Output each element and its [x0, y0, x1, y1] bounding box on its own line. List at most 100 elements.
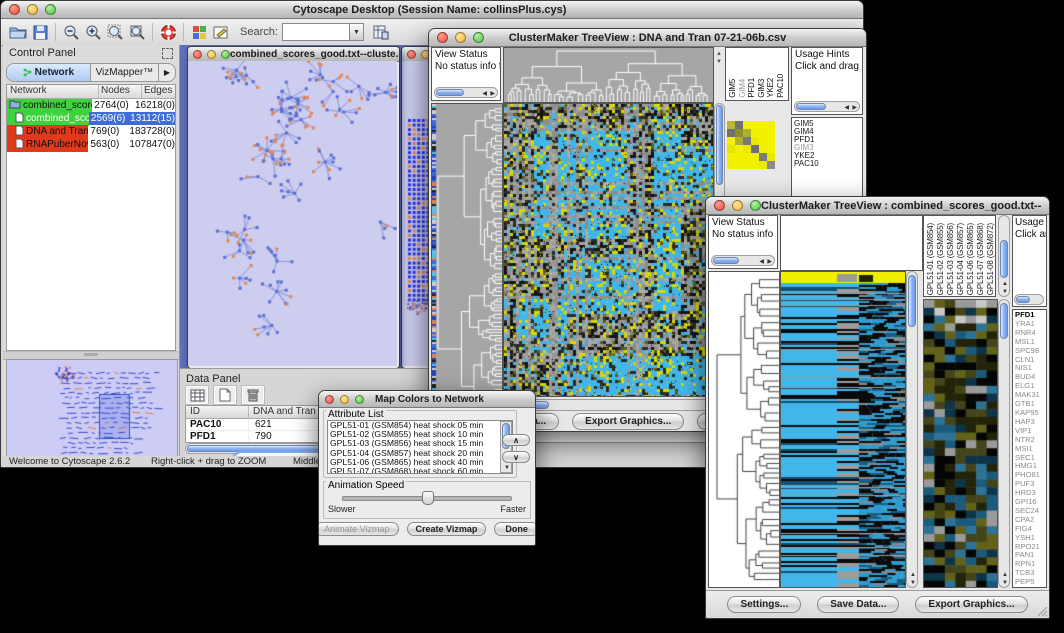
tv1-hints-hscrollbar[interactable]: ◀▶	[794, 101, 860, 112]
save-session-icon[interactable]	[29, 23, 51, 41]
close-icon[interactable]	[437, 32, 448, 43]
close-icon[interactable]	[325, 395, 334, 404]
minimize-icon[interactable]	[27, 4, 38, 15]
network-overview[interactable]	[6, 359, 178, 463]
vizmap-icon[interactable]	[188, 23, 210, 41]
tv1-column-label: PAC10	[775, 74, 787, 98]
close-icon[interactable]	[193, 50, 202, 59]
minimize-icon[interactable]	[340, 395, 349, 404]
network-list-row[interactable]: combined_scores2764(0)16218(0)	[7, 99, 175, 112]
minimize-icon[interactable]	[732, 200, 743, 211]
close-icon[interactable]	[407, 50, 416, 59]
tv2-collabel-vscrollbar[interactable]: ▲▼	[998, 215, 1010, 297]
network-list-row[interactable]: RNAPuberNov2+|563(0)107847(0)	[7, 138, 175, 151]
delete-attribute-icon[interactable]	[241, 385, 265, 405]
resize-grip[interactable]	[1036, 605, 1048, 617]
minimize-icon[interactable]	[207, 50, 216, 59]
tv2-zoom-heatmap[interactable]	[923, 299, 998, 588]
tv1-heatmap-hscrollbar[interactable]	[503, 399, 725, 411]
attribute-list-vscrollbar[interactable]: ▲▼	[500, 421, 512, 473]
tv1-titlebar[interactable]: ClusterMaker TreeView : DNA and Tran 07-…	[429, 29, 866, 47]
search-dropdown-icon[interactable]: ▼	[350, 23, 364, 41]
tv1-row-dendrogram[interactable]	[431, 103, 503, 431]
tv2-heatmap[interactable]	[780, 271, 906, 588]
attr-up-button[interactable]: ∧	[502, 434, 530, 446]
tv2-status-hscrollbar[interactable]: ◀▶	[711, 255, 775, 266]
col-header-nodes[interactable]: Nodes	[99, 85, 142, 98]
document-icon	[7, 112, 26, 126]
main-titlebar[interactable]: Cytoscape Desktop (Session Name: collins…	[1, 1, 863, 19]
tv2-genelist-vscrollbar[interactable]: ▲▼	[998, 299, 1010, 588]
data-col-id[interactable]: ID	[186, 406, 249, 418]
tv1-zoom-cell	[735, 153, 743, 161]
dialog-titlebar[interactable]: Map Colors to Network	[319, 391, 535, 408]
tv2-hints-hscrollbar[interactable]	[1014, 294, 1044, 305]
zoom-window-icon[interactable]	[473, 32, 484, 43]
new-attribute-icon[interactable]	[213, 385, 237, 405]
tv1-zoom-cell	[735, 161, 743, 169]
attribute-browser-icon[interactable]	[370, 23, 392, 41]
zoom-window-icon[interactable]	[750, 200, 761, 211]
tv1-zoom-cell	[751, 161, 759, 169]
zoom-selected-icon[interactable]	[126, 23, 148, 41]
zoom-fit-icon[interactable]	[104, 23, 126, 41]
tv2-heatmap-vscrollbar[interactable]: ▲▼	[906, 271, 918, 588]
speed-slider-thumb[interactable]	[422, 491, 434, 505]
attribute-listbox[interactable]: GPL51-01 (GSM854) heat shock 05 minGPL51…	[327, 420, 513, 474]
tv2-button-export-graphics---[interactable]: Export Graphics...	[915, 596, 1027, 613]
tab-network[interactable]: Network	[7, 64, 91, 81]
dialog-title: Map Colors to Network	[364, 394, 495, 405]
tv2-column-dendrogram[interactable]	[780, 215, 923, 271]
zoom-window-icon[interactable]	[221, 50, 230, 59]
tv1-status-hscrollbar[interactable]: ◀▶	[434, 87, 498, 98]
tv1-zoom-cell	[743, 129, 751, 137]
tv1-heatmap[interactable]	[503, 103, 714, 397]
tv2-button-save-data---[interactable]: Save Data...	[817, 596, 899, 613]
zoom-out-icon[interactable]	[60, 23, 82, 41]
attribute-list-item[interactable]: GPL51-07 (GSM868) heat shock 60 min	[330, 467, 512, 474]
zoom-in-icon[interactable]	[82, 23, 104, 41]
tv2-titlebar[interactable]: ClusterMaker TreeView : combined_scores_…	[706, 197, 1049, 215]
tv2-button-bar: Settings... Save Data... Export Graphics..…	[706, 590, 1049, 618]
slower-label: Slower	[328, 504, 356, 514]
close-icon[interactable]	[714, 200, 725, 211]
tv1-zoom-cell	[751, 129, 759, 137]
annotation-icon[interactable]	[210, 23, 232, 41]
network-list-row[interactable]: DNA and Tran 07769(0)183728(0)	[7, 125, 175, 138]
tv1-zoom-cell	[767, 129, 775, 137]
search-input[interactable]	[282, 23, 350, 41]
animate-vizmap-button[interactable]: Animate Vizmap	[318, 522, 399, 536]
attribute-list-label: Attribute List	[326, 409, 386, 420]
tv1-zoom-cell	[767, 153, 775, 161]
tab-vizmapper[interactable]: VizMapper™	[91, 64, 159, 81]
col-header-edges[interactable]: Edges	[142, 85, 175, 98]
zoom-window-icon[interactable]	[45, 4, 56, 15]
tv1-zoom-cell	[743, 161, 751, 169]
tv1-zoom-cell	[743, 137, 751, 145]
tv2-button-settings---[interactable]: Settings...	[727, 596, 801, 613]
treeview2-window: ClusterMaker TreeView : combined_scores_…	[705, 196, 1050, 619]
done-button[interactable]: Done	[494, 522, 536, 536]
minimize-icon[interactable]	[455, 32, 466, 43]
select-attributes-icon[interactable]	[185, 385, 209, 405]
tv2-title: ClusterMaker TreeView : combined_scores_…	[761, 200, 1041, 212]
tv2-row-dendrogram[interactable]	[708, 271, 780, 588]
zoom-window-icon[interactable]	[355, 395, 364, 404]
attr-down-button[interactable]: ∨	[502, 451, 530, 463]
float-panel-icon[interactable]	[162, 48, 173, 59]
faster-label: Faster	[500, 504, 526, 514]
open-session-icon[interactable]	[7, 23, 29, 41]
col-header-network[interactable]: Network	[7, 85, 99, 98]
tv1-zoom-cell	[743, 153, 751, 161]
network-canvas[interactable]	[188, 61, 397, 366]
tv1-zoom-cell	[767, 137, 775, 145]
folder-icon	[7, 99, 23, 112]
close-icon[interactable]	[9, 4, 20, 15]
tv1-column-dendrogram[interactable]	[503, 47, 714, 103]
create-vizmap-button[interactable]: Create Vizmap	[407, 522, 487, 536]
tab-overflow-arrow[interactable]: ▶	[159, 64, 175, 81]
tv1-zoom-heatmap[interactable]	[727, 121, 775, 169]
tv1-button-export-graphics---[interactable]: Export Graphics...	[572, 413, 684, 430]
help-icon[interactable]	[157, 23, 179, 41]
network-list-row[interactable]: combined_sco2569(6)13112(15)	[7, 112, 175, 125]
